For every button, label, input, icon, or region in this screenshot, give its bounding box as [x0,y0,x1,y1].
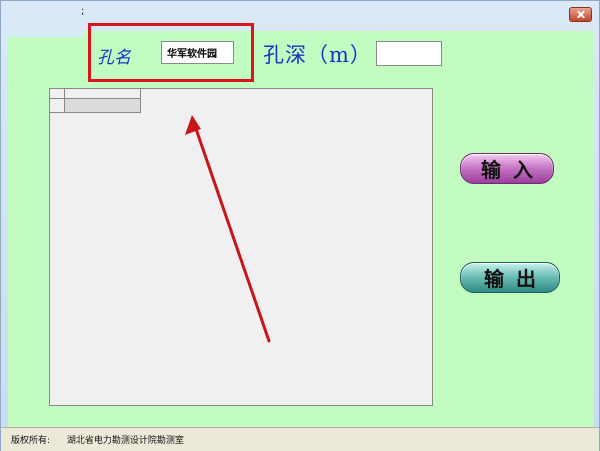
copyright-label: 版权所有: [11,436,51,446]
app-window: ; 孔名 孔深（m） 输入 输出 版权所有: 湖北省电力勘测设计院勘测室 [0,0,600,451]
status-bar: 版权所有: 湖北省电力勘测设计院勘测室 [1,427,599,451]
input-button[interactable]: 输入 [460,153,554,184]
grid-corner [50,89,65,99]
highlight-box [88,23,254,82]
grid-row-header[interactable] [50,99,65,113]
output-button[interactable]: 输出 [460,262,560,293]
grid-cell[interactable] [65,99,141,113]
close-icon [576,10,585,19]
close-button[interactable] [569,7,592,22]
tab-strip [8,31,84,37]
hole-depth-input[interactable] [376,41,442,66]
organization-name: 湖北省电力勘测设计院勘测室 [66,436,184,446]
form-area: 孔名 孔深（m） 输入 输出 [8,23,594,427]
grid-column-header[interactable] [65,89,141,99]
data-grid[interactable] [49,88,433,406]
window-title: ; [81,6,85,17]
hole-depth-label: 孔深（m） [263,43,372,67]
